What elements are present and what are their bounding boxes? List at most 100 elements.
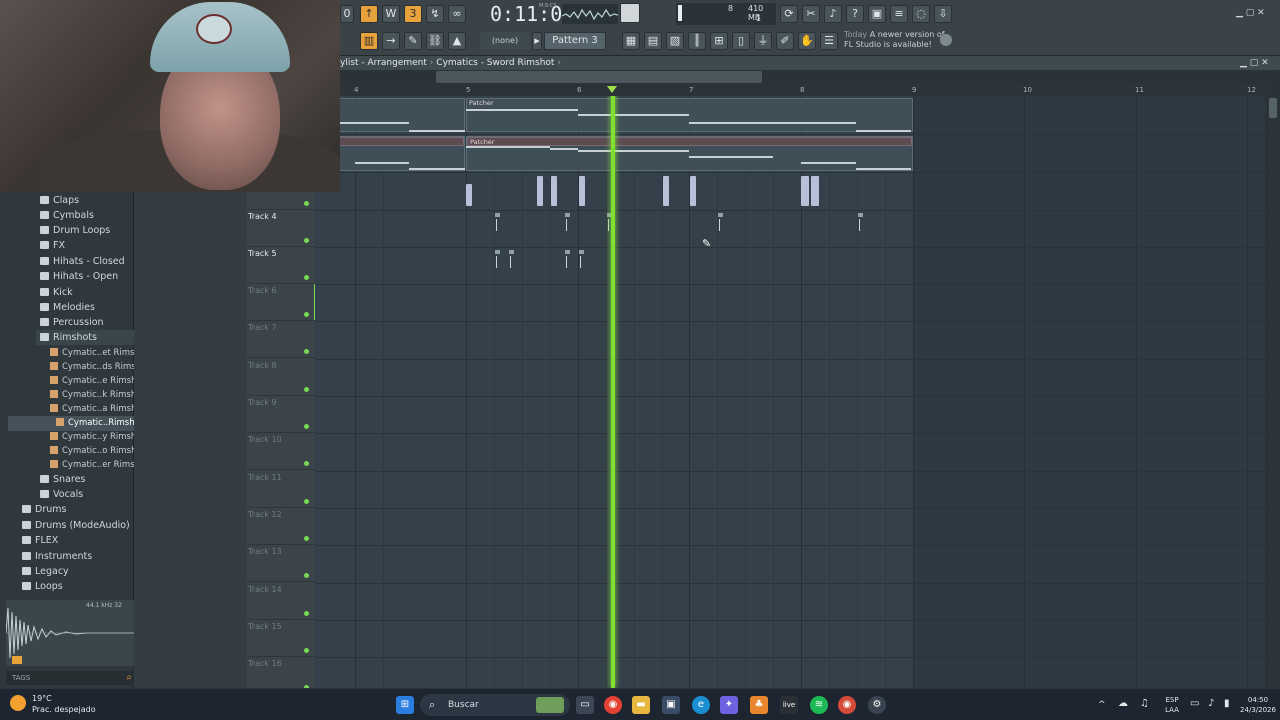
wait-icon[interactable]: ↯ [426,5,444,23]
sample-item[interactable]: Cymatic..y Rimshot [50,430,145,445]
track-led[interactable] [304,536,309,541]
track-led[interactable] [304,238,309,243]
play-arrow-icon[interactable]: ▸ [532,32,542,50]
playlist-grid[interactable]: tcher Patcher tcher Patcher [315,96,1265,688]
track-led[interactable] [304,387,309,392]
weather-widget[interactable]: 19°C Prac. despejado [10,693,96,715]
rimshot-clip[interactable] [565,213,570,231]
pattern-note[interactable] [579,176,585,206]
pattern-note[interactable] [690,176,696,206]
pencil-icon[interactable]: ✎ [404,32,422,50]
pattern-note[interactable] [801,176,809,206]
link-icon[interactable]: ⛓ [426,32,444,50]
rimshot-clip[interactable] [565,250,570,268]
track-header-6[interactable]: Track 6 [247,284,315,321]
task-view-icon[interactable]: ▭ [576,696,594,714]
channel-rack-icon[interactable]: ⊞ [710,32,728,50]
undo-icon[interactable]: ⟳ [780,5,798,23]
track-header-10[interactable]: Track 10 [247,433,315,470]
rimshot-clip[interactable] [495,250,500,268]
sample-item[interactable]: Cymatic..o Rimshot [50,444,145,459]
sample-item[interactable]: Cymatic..k Rimshot [50,388,145,403]
rimshot-clip[interactable] [579,250,584,268]
sample-item-selected[interactable]: Cymatic..Rimshot [8,416,143,431]
network-icon[interactable]: ▭ [1190,699,1199,709]
tags-bar[interactable]: TAGS ⌕ [6,671,134,685]
breadcrumb-pattern[interactable]: Cymatics - Sword Rimshot [436,58,554,68]
playhead-line[interactable] [611,96,615,688]
folder-instruments[interactable]: Instruments [22,549,92,564]
sample-item[interactable]: Cymatic..e Rimshot [50,374,145,389]
battery-icon[interactable]: ▮ [1224,699,1230,709]
edge-icon[interactable]: e [692,696,710,714]
playlist-icon[interactable]: ▦ [622,32,640,50]
mixer-icon[interactable]: ║ [688,32,706,50]
volume-icon[interactable]: ♪ [1208,699,1214,709]
arrow-icon[interactable]: → [382,32,400,50]
folder-percussion[interactable]: Percussion [40,315,104,330]
stamp-icon[interactable]: ▲ [448,32,466,50]
download-icon[interactable]: ⇩ [934,5,952,23]
folder-drums[interactable]: Drums [22,502,66,517]
store-icon[interactable]: ▣ [662,696,680,714]
tempo-icon[interactable]: 0 [340,5,354,23]
clock[interactable]: 04:50 24/3/2026 [1240,695,1276,715]
track-header-15[interactable]: Track 15 [247,620,315,657]
folder-claps[interactable]: Claps [40,193,79,208]
snap-select[interactable]: (none) [480,32,530,50]
rimshot-clip[interactable] [509,250,514,268]
folder-hihats-closed[interactable]: Hihats - Closed [40,254,125,269]
file-explorer-icon[interactable]: ▬ [632,696,650,714]
automation-clip-patcher[interactable]: Patcher [466,98,913,132]
track-header-13[interactable]: Track 13 [247,545,315,582]
help-icon[interactable]: ? [846,5,864,23]
microphone-tray-icon[interactable]: ♫ [1140,699,1149,709]
track-header-9[interactable]: Track 9 [247,396,315,433]
track-led[interactable] [304,201,309,206]
track-led[interactable] [304,499,309,504]
piano-icon[interactable]: ▧ [666,32,684,50]
track-led[interactable] [304,648,309,653]
browser-icon[interactable]: ▯ [732,32,750,50]
pen-tool-icon[interactable]: ✐ [776,32,794,50]
news-panel[interactable]: Today A newer version of FL Studio is av… [844,30,954,52]
track-header-11[interactable]: Track 11 [247,471,315,508]
time-ruler[interactable]: 4 5 6 7 8 9 10 11 12 [315,84,1265,96]
chat-icon[interactable]: ◌ [912,5,930,23]
fl-studio-icon[interactable]: ♣ [750,696,768,714]
folder-flex[interactable]: FLEX [22,533,58,548]
plug-icon[interactable]: ⏚ [754,32,772,50]
track-led[interactable] [304,573,309,578]
playlist-vertical-scrollbar[interactable] [1268,96,1278,688]
globe-icon[interactable] [940,34,952,46]
folder-cymbals[interactable]: Cymbals [40,208,94,223]
pattern-note[interactable] [537,176,543,206]
folder-loops[interactable]: Loops [22,579,63,594]
track-led[interactable] [304,349,309,354]
microphone-icon[interactable]: ♪ [824,5,842,23]
track-header-14[interactable]: Track 14 [247,583,315,620]
sample-waveform-preview[interactable] [6,600,134,666]
playlist-window-controls[interactable]: ▁ ▢ ✕ [1240,56,1269,70]
copilot-icon[interactable]: ✦ [720,696,738,714]
cloud-icon[interactable]: ☁ [1118,699,1128,709]
track-led[interactable] [304,611,309,616]
rimshot-clip[interactable] [495,213,500,231]
chevron-up-icon[interactable]: ^ [1098,700,1106,710]
save-icon[interactable]: ▣ [868,5,886,23]
track-led[interactable] [304,312,309,317]
pat-song-icon[interactable]: ↑ [360,5,378,23]
ableton-live-icon[interactable]: live [780,696,798,714]
sample-item[interactable]: Cymatic..a Rimshot [50,402,145,417]
touch-icon[interactable]: ✋ [798,32,816,50]
breadcrumb-playlist[interactable]: ylist - Arrangement [340,58,427,68]
track-led[interactable] [304,461,309,466]
track-header-5[interactable]: Track 5 [247,247,315,284]
language-indicator[interactable]: ESP LAA [1160,695,1184,715]
pattern-note[interactable] [551,176,557,206]
automation-clip-patcher[interactable]: Patcher [466,136,913,171]
track-header-12[interactable]: Track 12 [247,508,315,545]
piano-roll-icon[interactable]: ▥ [360,32,378,50]
chrome-profile-icon[interactable]: ◉ [838,696,856,714]
folder-drum-loops[interactable]: Drum Loops [40,223,110,238]
